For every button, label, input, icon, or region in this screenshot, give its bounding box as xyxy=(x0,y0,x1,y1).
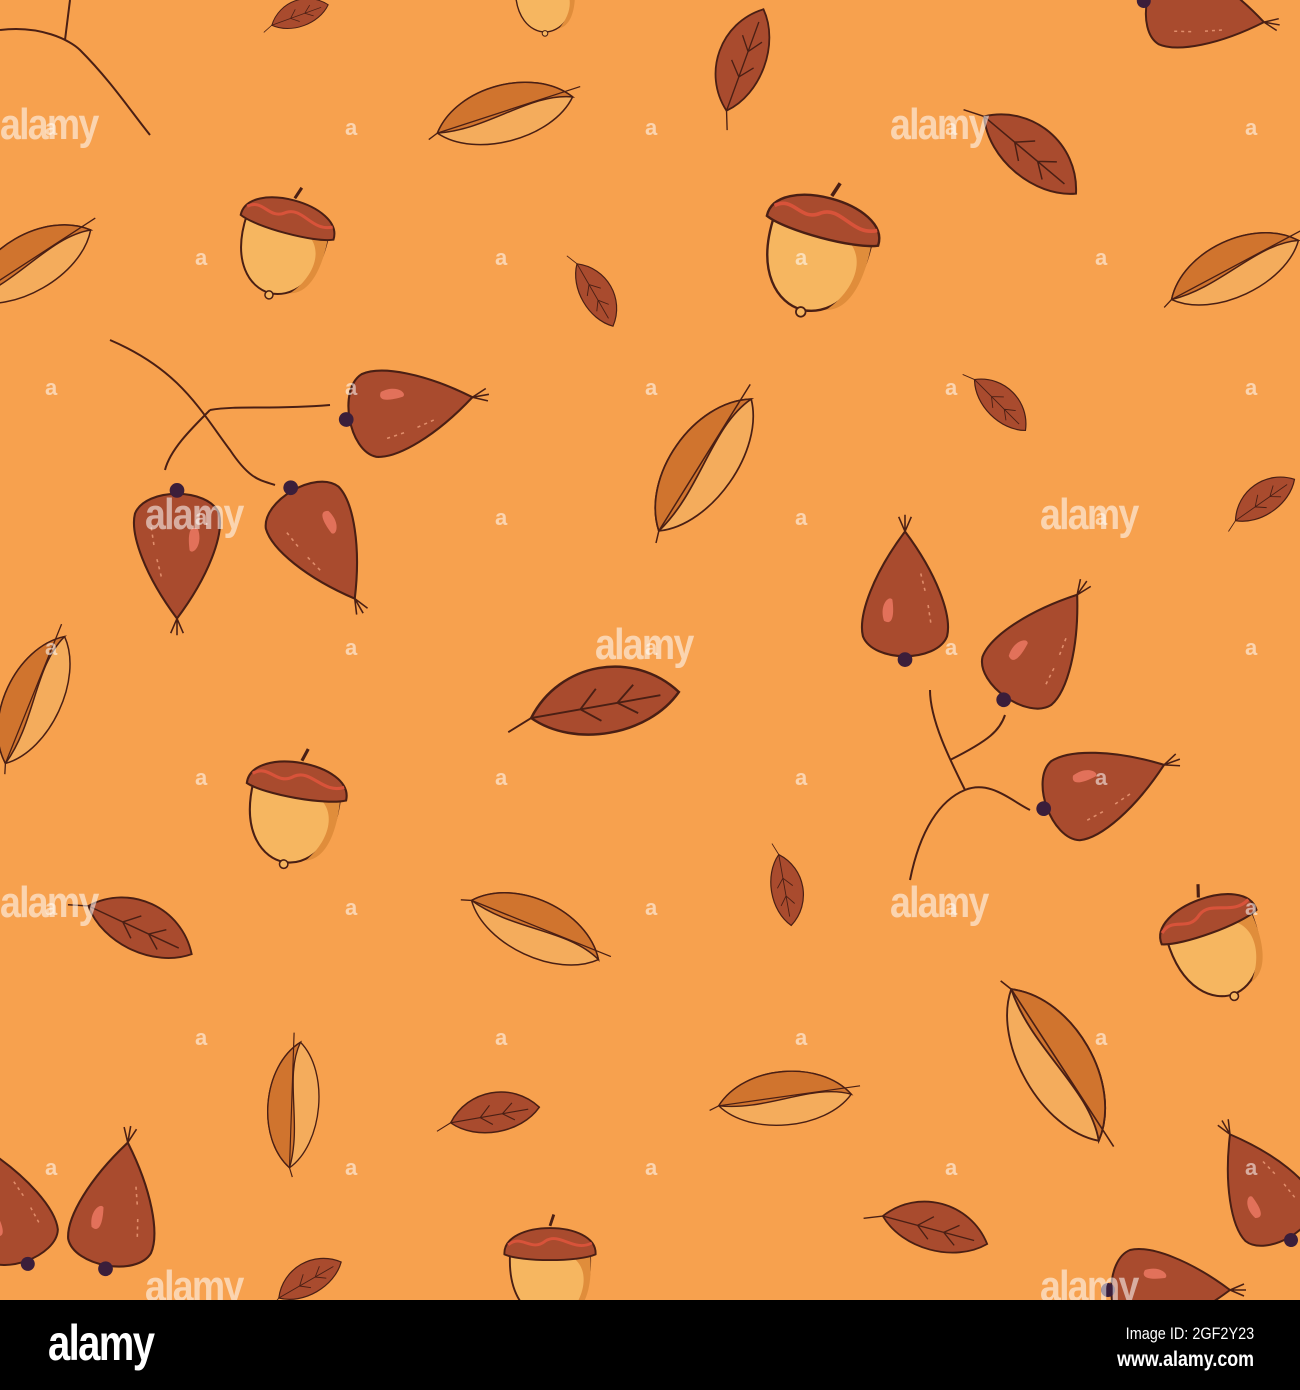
watermark-text: alamy xyxy=(1040,1262,1139,1300)
watermark-mark: a xyxy=(45,115,58,140)
watermark-text: alamy xyxy=(890,100,989,149)
watermark-mark: a xyxy=(345,635,358,660)
watermark-mark: a xyxy=(945,895,958,920)
watermark-text: alamy xyxy=(890,878,989,927)
watermark-mark: a xyxy=(645,115,658,140)
watermark-mark: a xyxy=(495,245,508,270)
watermark-mark: a xyxy=(645,375,658,400)
watermark-mark: a xyxy=(345,895,358,920)
watermark-mark: a xyxy=(195,765,208,790)
watermark-mark: a xyxy=(1245,375,1258,400)
watermark-mark: a xyxy=(945,375,958,400)
watermark-mark: a xyxy=(195,245,208,270)
watermark-mark: a xyxy=(795,765,808,790)
watermark-mark: a xyxy=(645,1155,658,1180)
watermark-mark: a xyxy=(495,1025,508,1050)
watermark-mark: a xyxy=(1245,115,1258,140)
watermark-text: alamy xyxy=(145,490,244,539)
watermark-mark: a xyxy=(645,895,658,920)
watermark-mark: a xyxy=(45,895,58,920)
watermark-text: alamy xyxy=(595,620,694,669)
watermark-mark: a xyxy=(495,765,508,790)
alamy-logo[interactable]: alamy xyxy=(48,1314,155,1372)
watermark-mark: a xyxy=(345,375,358,400)
watermark-mark: a xyxy=(945,1155,958,1180)
watermark-mark: a xyxy=(645,635,658,660)
watermark-mark: a xyxy=(1245,895,1258,920)
site-url[interactable]: www.alamy.com xyxy=(1117,1348,1254,1372)
watermark-mark: a xyxy=(45,375,58,400)
watermark-mark: a xyxy=(1095,245,1108,270)
watermark-mark: a xyxy=(795,245,808,270)
watermark-mark: a xyxy=(1095,765,1108,790)
watermark-text: alamy xyxy=(145,1262,244,1300)
watermark-mark: a xyxy=(1095,505,1108,530)
watermark-mark: a xyxy=(1245,1155,1258,1180)
watermark-mark: a xyxy=(795,1025,808,1050)
watermark-mark: a xyxy=(795,505,808,530)
image-id: Image ID: 2GF2Y23 xyxy=(1125,1324,1254,1343)
footer-bar: alamy Image ID: 2GF2Y23 www.alamy.com xyxy=(0,1300,1300,1390)
watermark-mark: a xyxy=(195,1025,208,1050)
watermark-text: alamy xyxy=(1040,490,1139,539)
watermark-mark: a xyxy=(1095,1025,1108,1050)
watermark-mark: a xyxy=(945,115,958,140)
watermark-mark: a xyxy=(345,115,358,140)
autumn-pattern-illustration: alamy alamy alamy alamy alamy alamy alamy alamy… xyxy=(0,0,1300,1300)
watermark-mark: a xyxy=(945,635,958,660)
watermark-mark: a xyxy=(345,1155,358,1180)
watermark-mark: a xyxy=(45,1155,58,1180)
watermark-mark: a xyxy=(495,505,508,530)
watermark-mark: a xyxy=(195,505,208,530)
watermark-mark: a xyxy=(1245,635,1258,660)
watermark-mark: a xyxy=(45,635,58,660)
